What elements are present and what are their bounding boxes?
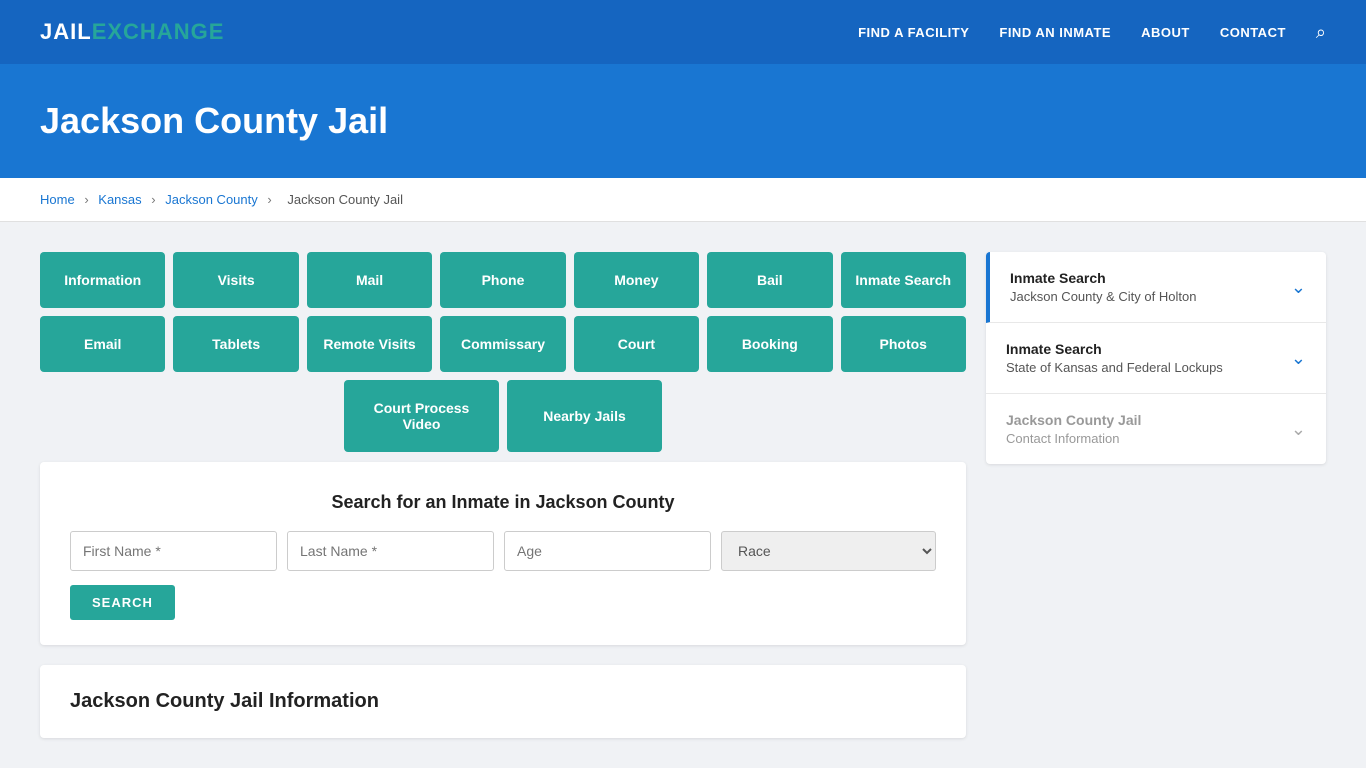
tile-booking[interactable]: Booking [707,316,832,372]
sidebar-card: Inmate Search Jackson County & City of Ho… [986,252,1326,464]
tiles-section: InformationVisitsMailPhoneMoneyBailInmat… [40,252,966,452]
breadcrumb-sep-3: › [267,192,271,207]
age-input[interactable] [504,531,711,571]
breadcrumb-kansas[interactable]: Kansas [98,192,141,207]
chevron-down-icon-0: ⌄ [1291,277,1306,298]
first-name-input[interactable] [70,531,277,571]
sidebar-item-title-1: Inmate Search [1006,341,1223,357]
logo-exchange: EXCHANGE [92,19,225,45]
tile-tablets[interactable]: Tablets [173,316,298,372]
sidebar-item-2[interactable]: Jackson County Jail Contact Information ⌄ [986,394,1326,464]
sidebar-item-title-2: Jackson County Jail [1006,412,1141,428]
tile-inmate-search[interactable]: Inmate Search [841,252,966,308]
chevron-down-icon-1: ⌄ [1291,348,1306,369]
left-column: InformationVisitsMailPhoneMoneyBailInmat… [40,252,966,738]
breadcrumb-home[interactable]: Home [40,192,75,207]
tile-phone[interactable]: Phone [440,252,565,308]
nav-contact[interactable]: CONTACT [1220,25,1286,40]
sidebar-item-subtitle-0: Jackson County & City of Holton [1010,289,1196,304]
tile-commissary[interactable]: Commissary [440,316,565,372]
breadcrumb-jackson-county[interactable]: Jackson County [165,192,258,207]
search-fields: RaceWhiteBlackHispanicAsianOther [70,531,936,571]
tiles-row-2: EmailTabletsRemote VisitsCommissaryCourt… [40,316,966,372]
tile-court[interactable]: Court [574,316,699,372]
tiles-row-1: InformationVisitsMailPhoneMoneyBailInmat… [40,252,966,308]
right-sidebar: Inmate Search Jackson County & City of Ho… [986,252,1326,738]
nav-about[interactable]: ABOUT [1141,25,1190,40]
nav-find-inmate[interactable]: FIND AN INMATE [999,25,1111,40]
sidebar-item-text-0: Inmate Search Jackson County & City of Ho… [1010,270,1196,304]
site-header: JAIL EXCHANGE FIND A FACILITY FIND AN IN… [0,0,1366,64]
sidebar-item-subtitle-1: State of Kansas and Federal Lockups [1006,360,1223,375]
page-title: Jackson County Jail [40,100,1326,142]
main-content: InformationVisitsMailPhoneMoneyBailInmat… [0,222,1366,768]
tile-mail[interactable]: Mail [307,252,432,308]
nav-find-facility[interactable]: FIND A FACILITY [858,25,969,40]
tile-court-process-video[interactable]: Court Process Video [344,380,499,452]
search-button[interactable]: SEARCH [70,585,175,620]
breadcrumb-sep-1: › [84,192,88,207]
tile-bail[interactable]: Bail [707,252,832,308]
last-name-input[interactable] [287,531,494,571]
sidebar-item-title-0: Inmate Search [1010,270,1196,286]
tile-visits[interactable]: Visits [173,252,298,308]
site-logo[interactable]: JAIL EXCHANGE [40,19,224,45]
breadcrumb: Home › Kansas › Jackson County › Jackson… [0,178,1366,222]
sidebar-item-text-2: Jackson County Jail Contact Information [1006,412,1141,446]
sidebar-item-1[interactable]: Inmate Search State of Kansas and Federal… [986,323,1326,394]
sidebar-item-subtitle-2: Contact Information [1006,431,1141,446]
search-icon[interactable]: ⌕ [1316,22,1326,43]
breadcrumb-sep-2: › [151,192,155,207]
tile-remote-visits[interactable]: Remote Visits [307,316,432,372]
search-title: Search for an Inmate in Jackson County [70,492,936,513]
tile-money[interactable]: Money [574,252,699,308]
race-select[interactable]: RaceWhiteBlackHispanicAsianOther [721,531,936,571]
main-nav: FIND A FACILITY FIND AN INMATE ABOUT CON… [858,22,1326,43]
tile-email[interactable]: Email [40,316,165,372]
sidebar-item-text-1: Inmate Search State of Kansas and Federal… [1006,341,1223,375]
sidebar-item-0[interactable]: Inmate Search Jackson County & City of Ho… [986,252,1326,323]
tile-photos[interactable]: Photos [841,316,966,372]
inmate-search-section: Search for an Inmate in Jackson County R… [40,462,966,645]
chevron-down-icon-2: ⌄ [1291,419,1306,440]
info-section: Jackson County Jail Information [40,665,966,738]
breadcrumb-current: Jackson County Jail [287,192,403,207]
info-title: Jackson County Jail Information [70,690,936,713]
hero-banner: Jackson County Jail [0,64,1366,178]
tile-nearby-jails[interactable]: Nearby Jails [507,380,662,452]
tiles-row-3: Court Process VideoNearby Jails [40,380,966,452]
logo-jail: JAIL [40,19,92,45]
tile-information[interactable]: Information [40,252,165,308]
